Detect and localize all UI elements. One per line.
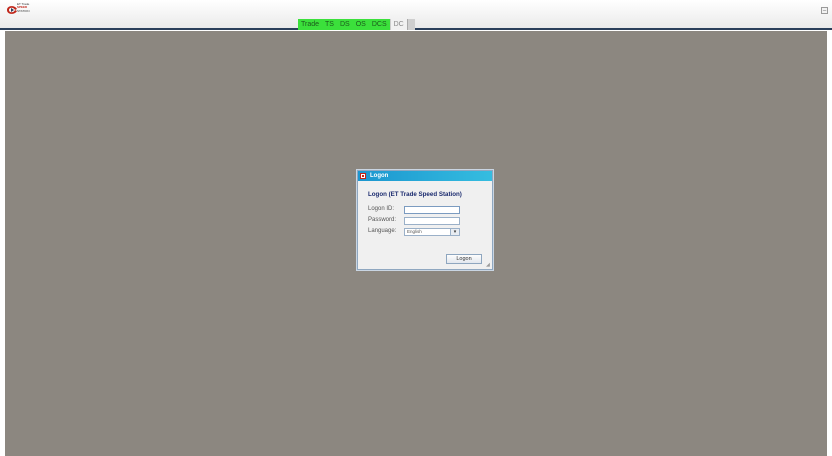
logon-dialog-titlebar[interactable]: Logon [358, 171, 492, 181]
password-input[interactable] [404, 217, 460, 225]
logon-dialog: Logon Logon (ET Trade Speed Station) Log… [357, 170, 493, 270]
top-bar: ET Trade SPEED STATION Trade TS DS OS DC… [0, 0, 832, 30]
status-strip-end [406, 19, 415, 30]
minimize-button[interactable]: – [821, 7, 828, 14]
chevron-down-icon[interactable]: ▾ [450, 229, 459, 235]
resize-grip-icon[interactable]: ◢ [486, 263, 491, 268]
status-trade: Trade [298, 19, 323, 30]
status-ts: TS [322, 19, 337, 30]
language-select[interactable]: English ▾ [404, 228, 460, 236]
logon-id-label: Logon ID: [368, 206, 395, 212]
logon-heading: Logon (ET Trade Speed Station) [368, 191, 462, 198]
brand-wordmark: ET Trade SPEED STATION [17, 2, 30, 13]
status-dc: DC [389, 19, 407, 30]
app-window: ET Trade SPEED STATION Trade TS DS OS DC… [0, 0, 832, 456]
app-icon [360, 173, 366, 179]
status-ds: DS [336, 19, 353, 30]
logon-button[interactable]: Logon [446, 254, 482, 264]
status-os: OS [352, 19, 369, 30]
status-dcs: DCS [368, 19, 390, 30]
password-label: Password: [368, 217, 397, 223]
language-selected-value: English [407, 229, 422, 234]
logon-dialog-title: Logon [370, 173, 389, 179]
connection-status-strip: Trade TS DS OS DCS DC [298, 19, 415, 30]
brand-line-3: STATION [17, 8, 30, 13]
language-label: Language: [368, 228, 397, 234]
logon-id-input[interactable] [404, 206, 460, 214]
